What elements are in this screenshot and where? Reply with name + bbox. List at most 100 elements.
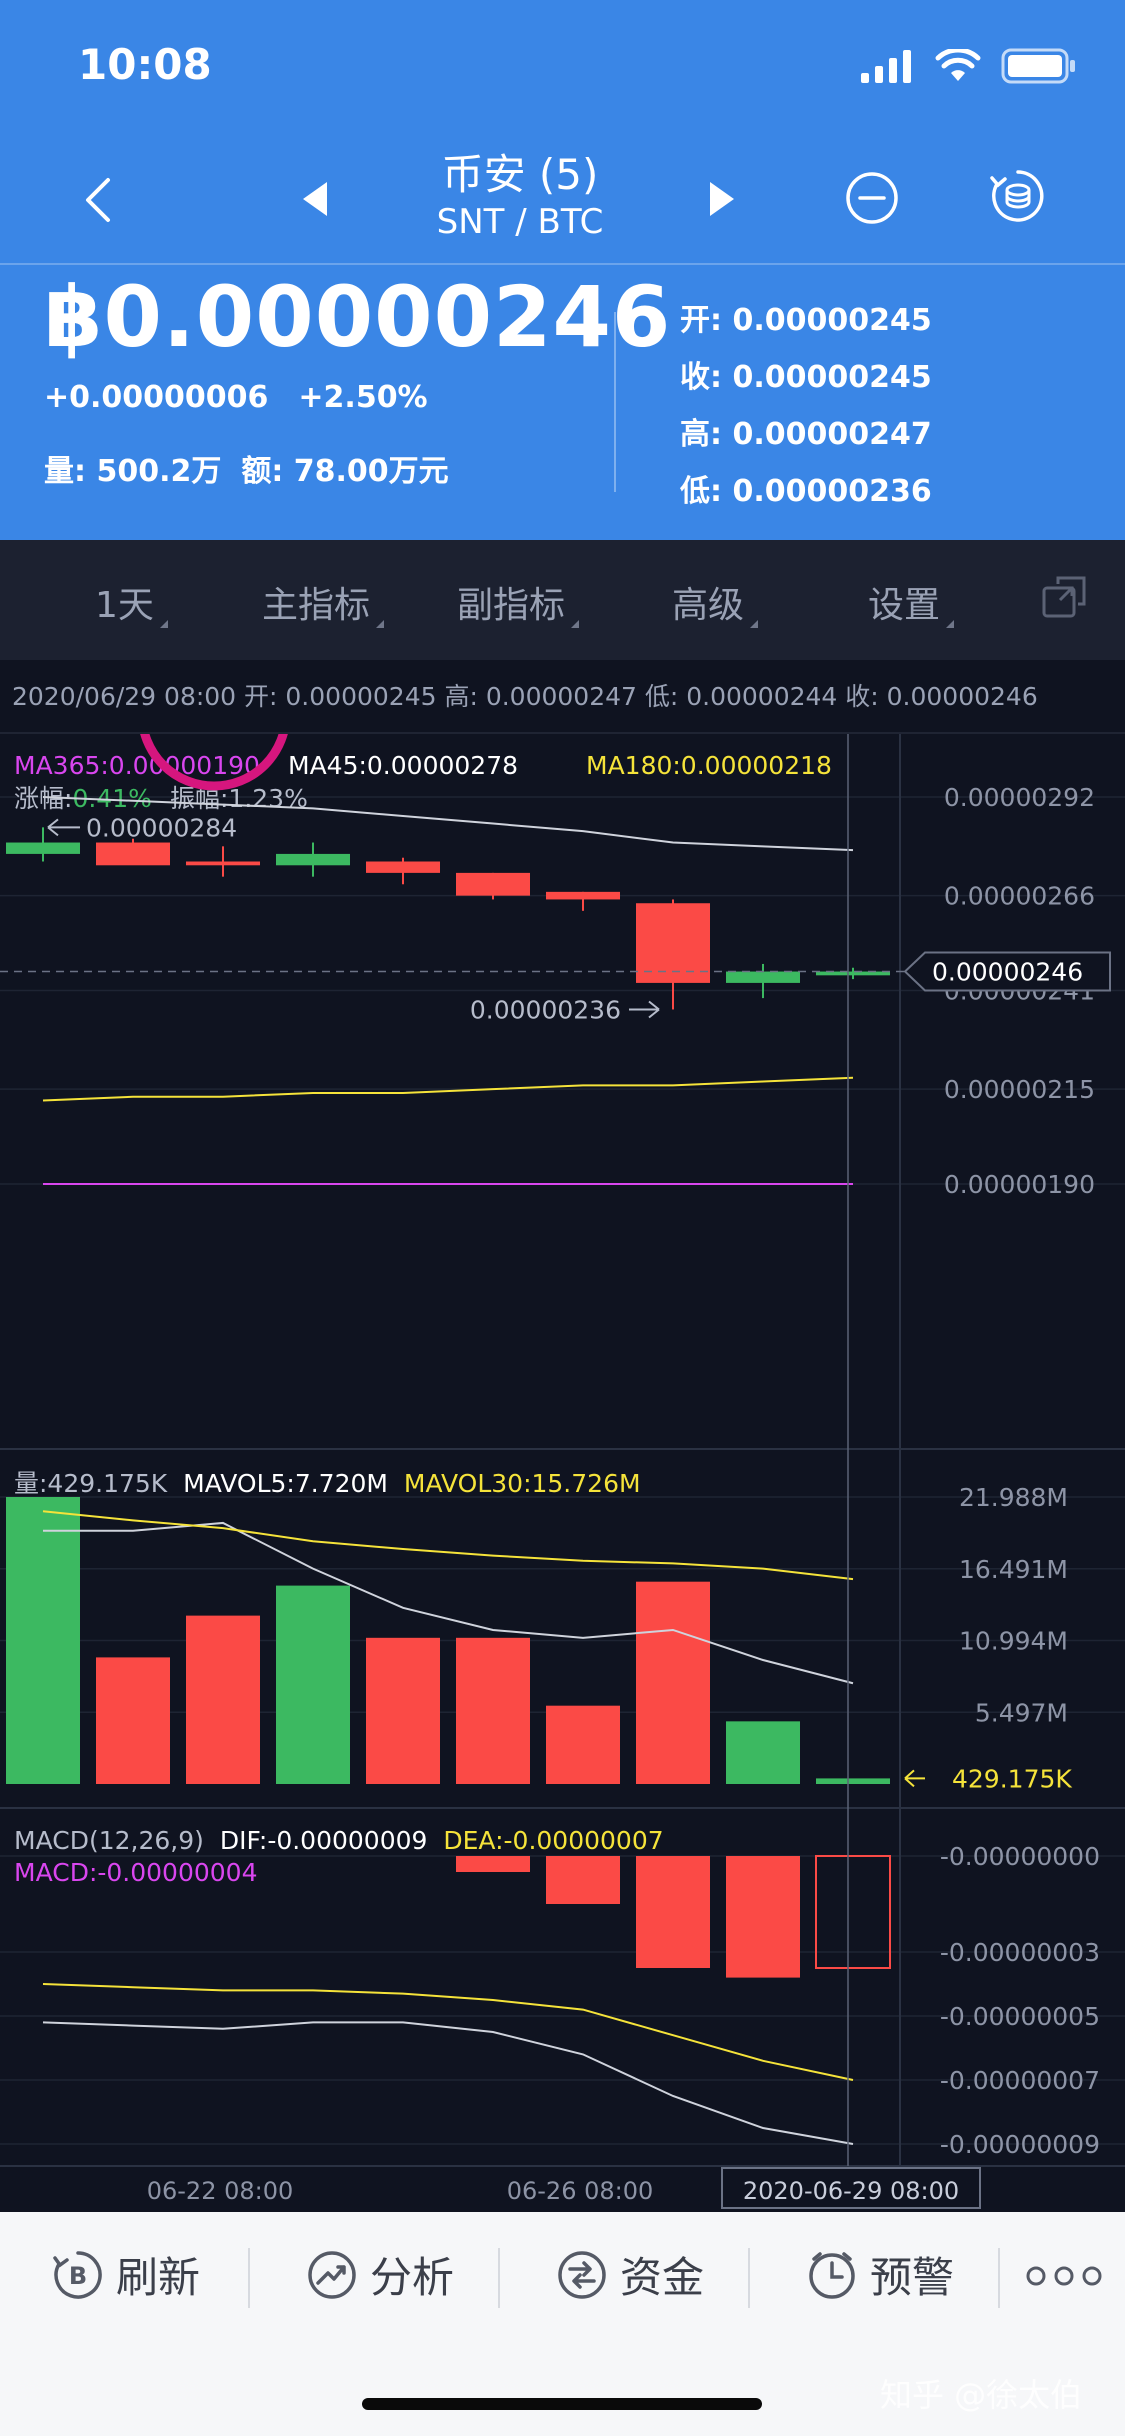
current-price-tag: 0.00000246: [903, 951, 1111, 992]
high-marker-label: 0.00000284: [86, 813, 237, 842]
legend-macd: MACD(12,26,9) DIF:-0.00000009 DEA:-0.000…: [14, 1826, 664, 1855]
x-label-1: 06-22 08:00: [147, 2177, 294, 2205]
y-tick-macd: -0.00000000: [940, 1842, 1100, 1871]
y-tick-price: 0.00000266: [944, 882, 1095, 911]
status-icons: [859, 48, 1077, 84]
sub-indicator-tab[interactable]: 副指标: [457, 576, 580, 628]
current-volume-label: 429.175K: [952, 1764, 1072, 1793]
alert-label: 预警: [870, 2253, 955, 2302]
high-value: 高: 0.00000247: [680, 417, 932, 452]
chart-toolbar: 1天 主指标 副指标 高级 设置: [0, 540, 1125, 660]
volume-bar: [636, 1581, 710, 1784]
analysis-icon: [308, 2250, 356, 2299]
main-indicator-tab[interactable]: 主指标: [262, 576, 385, 628]
high-marker: 0.00000284: [47, 813, 237, 842]
analysis-label: 分析: [370, 2253, 455, 2302]
legend-macd-value: MACD:-0.00000004: [14, 1858, 257, 1887]
analysis-button[interactable]: 分析: [306, 2244, 454, 2305]
ohlc-summary: 开: 0.00000245 收: 0.00000245 高: 0.0000024…: [680, 292, 932, 520]
settings-label: 设置: [868, 585, 941, 626]
volume-bar: [96, 1657, 170, 1784]
low-value: 低: 0.00000236: [680, 474, 932, 509]
settings-tab[interactable]: 设置: [868, 576, 955, 628]
legend-mavol5: MAVOL5:7.720M: [183, 1469, 388, 1498]
candle-body: [6, 842, 80, 854]
funds-icon: [558, 2250, 606, 2299]
y-tick-volume: 16.491M: [959, 1555, 1068, 1584]
refresh-button[interactable]: B 刷新: [52, 2244, 200, 2305]
cursor-time-label: 2020-06-29 08:00: [743, 2177, 959, 2205]
advanced-label: 高级: [672, 585, 745, 626]
svg-text:B: B: [69, 2262, 87, 2290]
home-indicator[interactable]: [362, 2398, 762, 2410]
close-value: 收: 0.00000245: [680, 360, 932, 395]
legend-ma180: MA180:0.00000218: [586, 751, 832, 780]
macd-bar: [546, 1856, 620, 1904]
legend-dea: DEA:-0.00000007: [443, 1826, 663, 1855]
funds-label: 资金: [620, 2253, 705, 2302]
legend-vol-value: 量:429.175K: [14, 1469, 168, 1498]
alarm-clock-icon: [809, 2251, 855, 2299]
volume-bar: [186, 1615, 260, 1784]
candle-body: [366, 861, 440, 873]
legend-dif: DIF:-0.00000009: [220, 1826, 428, 1855]
refresh-label: 刷新: [116, 2253, 201, 2302]
macd-bar: [726, 1856, 800, 1978]
dea-line: [42, 1983, 854, 2081]
legend-mavol30: MAVOL30:15.726M: [404, 1469, 641, 1498]
y-tick-macd: -0.00000007: [940, 2066, 1100, 2095]
next-pair-icon[interactable]: [700, 178, 742, 220]
chart-area[interactable]: MA365:0.00000190 MA45:0.00000278 MA180:0…: [0, 637, 1125, 2212]
x-label-2: 06-26 08:00: [507, 2177, 654, 2205]
change-pct: +2.50%: [298, 380, 428, 415]
legend-macd-params: MACD(12,26,9): [14, 1826, 204, 1855]
macd-bar: [456, 1856, 530, 1872]
prev-pair-icon[interactable]: [295, 178, 337, 220]
ticker-separator: [614, 312, 616, 492]
y-tick-macd: -0.00000003: [940, 1938, 1100, 1967]
app-screen: { "status": { "time": "10:08" }, "nav": …: [0, 0, 1125, 2436]
y-tick-price: 0.00000190: [944, 1170, 1095, 1199]
status-time: 10:08: [78, 40, 212, 89]
advanced-tab[interactable]: 高级: [672, 576, 759, 628]
candle-body: [276, 853, 350, 866]
y-tick-volume: 21.988M: [959, 1483, 1068, 1512]
legend-amplitude: 振幅:1.23%: [170, 784, 308, 813]
pair-name: SNT / BTC: [436, 202, 604, 242]
legend-ma45: MA45:0.00000278: [288, 751, 518, 780]
header-divider: [0, 263, 1125, 265]
dif-line: [42, 2021, 854, 2145]
volume-bar: [546, 1705, 620, 1784]
current-volume-marker: 429.175K: [904, 1764, 1072, 1793]
bottom-separator: [748, 2248, 750, 2308]
alert-button[interactable]: 预警: [806, 2244, 954, 2305]
price-change: +0.00000006 +2.50%: [44, 380, 428, 415]
macd-bar: [815, 1855, 891, 1969]
y-tick-price: 0.00000292: [944, 783, 1095, 812]
y-tick-volume: 5.497M: [975, 1698, 1068, 1727]
switch-coin-icon[interactable]: [988, 166, 1048, 226]
more-icon[interactable]: [1026, 2264, 1102, 2288]
nav-bar: 币安 (5) SNT / BTC: [0, 150, 1125, 260]
funds-button[interactable]: 资金: [556, 2244, 704, 2305]
change-abs: +0.00000006: [44, 380, 269, 415]
y-tick-price: 0.00000215: [944, 1075, 1095, 1104]
volume-bar: [726, 1721, 800, 1784]
legend-ma365: MA365:0.00000190: [14, 751, 260, 780]
y-tick-volume: 10.994M: [959, 1627, 1068, 1656]
watermark: 知乎 @徐太伯: [880, 2376, 1083, 2414]
header: 10:08 币安 (5) SNT / BTC ฿0.00000246 +0.00…: [0, 0, 1125, 540]
candle-body: [456, 872, 530, 896]
bottom-separator: [248, 2248, 250, 2308]
remove-watchlist-icon[interactable]: [844, 170, 900, 226]
last-price: ฿0.00000246: [44, 268, 672, 366]
share-icon[interactable]: [1040, 574, 1088, 622]
back-icon[interactable]: [70, 170, 130, 230]
candle-info-bar: 2020/06/29 08:00 开: 0.00000245 高: 0.0000…: [0, 660, 1125, 734]
interval-tab[interactable]: 1天: [95, 576, 168, 628]
main-indicator-label: 主指标: [262, 585, 371, 626]
legend-volume: 量:429.175K MAVOL5:7.720M MAVOL30:15.726M: [14, 1469, 641, 1498]
exchange-title: 币安 (5): [441, 150, 599, 199]
volume-bar: [456, 1637, 530, 1784]
kline-chart[interactable]: MA365:0.00000190 MA45:0.00000278 MA180:0…: [0, 637, 1125, 2212]
